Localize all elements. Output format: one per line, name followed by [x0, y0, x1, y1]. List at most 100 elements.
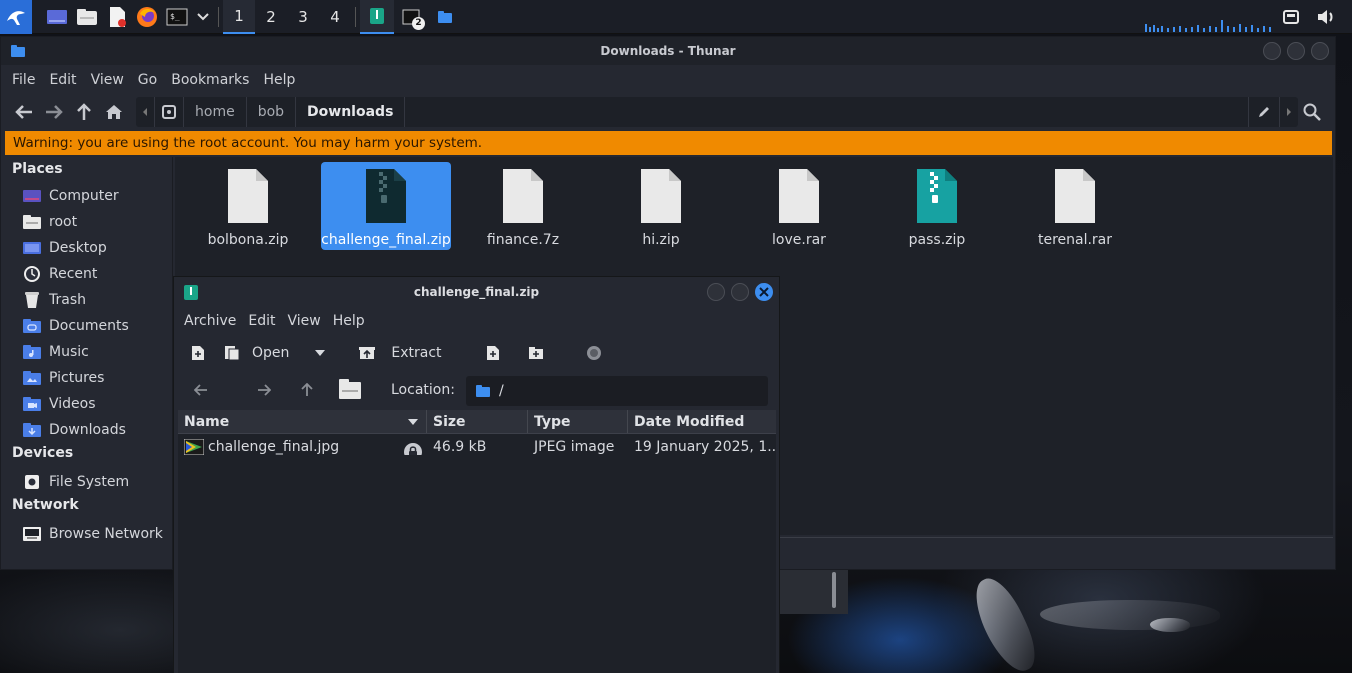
- menu-file[interactable]: File: [5, 72, 42, 88]
- clipboard-tray-icon[interactable]: [1278, 0, 1304, 34]
- sidebar-item-music[interactable]: Music: [1, 339, 172, 365]
- zip-archive-icon: [366, 169, 406, 223]
- up-button[interactable]: [69, 97, 99, 127]
- zip-archive-icon: [917, 169, 957, 223]
- stop-button[interactable]: [586, 345, 602, 361]
- file-name: pass.zip: [908, 232, 966, 248]
- minimize-button[interactable]: [1263, 42, 1281, 60]
- file-name: hi.zip: [642, 232, 680, 248]
- path-home[interactable]: home: [184, 97, 247, 127]
- search-button[interactable]: [1297, 97, 1327, 127]
- path-root[interactable]: [155, 97, 184, 127]
- forward-button[interactable]: [39, 97, 69, 127]
- taskbar-archive-manager[interactable]: [360, 0, 394, 34]
- menu-bookmarks[interactable]: Bookmarks: [164, 72, 256, 88]
- panel-separator: [218, 6, 219, 27]
- path-bob[interactable]: bob: [247, 97, 297, 127]
- folder-icon: [476, 385, 490, 397]
- maximize-button[interactable]: [1287, 42, 1305, 60]
- maximize-button[interactable]: [731, 283, 749, 301]
- archive-forward-button[interactable]: [257, 384, 272, 400]
- sidebar-item-computer[interactable]: Computer: [1, 183, 172, 209]
- open-button[interactable]: Open: [252, 345, 289, 361]
- path-scroll-right[interactable]: [1280, 97, 1298, 127]
- sidebar-item-videos[interactable]: Videos: [1, 391, 172, 417]
- file-manager-launcher-icon[interactable]: [72, 0, 102, 34]
- file-item-finance[interactable]: finance.7z: [458, 162, 588, 250]
- sidebar-item-documents[interactable]: Documents: [1, 313, 172, 339]
- menu-edit[interactable]: Edit: [242, 313, 281, 329]
- archive-home-button[interactable]: [338, 378, 362, 404]
- chevron-down-icon[interactable]: [192, 0, 214, 34]
- arrow-left-icon: [193, 384, 207, 396]
- back-button[interactable]: [9, 97, 39, 127]
- open-dropdown-button[interactable]: [315, 350, 326, 356]
- column-name[interactable]: Name: [178, 410, 427, 433]
- file-item-hi[interactable]: hi.zip: [596, 162, 726, 250]
- minimize-button[interactable]: [707, 283, 725, 301]
- workspace-3[interactable]: 3: [287, 0, 319, 34]
- kali-menu-button[interactable]: [0, 0, 32, 34]
- arrow-right-icon: [46, 105, 63, 119]
- menu-view[interactable]: View: [282, 313, 327, 329]
- sidebar-item-file-system[interactable]: File System: [1, 469, 172, 495]
- show-desktop-icon[interactable]: [42, 0, 72, 34]
- sidebar-item-desktop[interactable]: Desktop: [1, 235, 172, 261]
- sidebar-item-root[interactable]: root: [1, 209, 172, 235]
- sidebar-item-browse-network[interactable]: Browse Network: [1, 521, 172, 547]
- column-size[interactable]: Size: [427, 410, 528, 433]
- text-editor-launcher-icon[interactable]: [102, 0, 132, 34]
- archive-up-button[interactable]: [301, 382, 313, 401]
- open-archive-icon-button[interactable]: [220, 345, 244, 361]
- location-field[interactable]: /: [466, 376, 768, 406]
- document-icon: [1055, 169, 1095, 223]
- edit-location-button[interactable]: [1248, 97, 1280, 127]
- sidebar-item-trash[interactable]: Trash: [1, 287, 172, 313]
- add-files-button[interactable]: [486, 345, 500, 361]
- add-folder-button[interactable]: [528, 346, 544, 360]
- table-row[interactable]: challenge_final.jpg 46.9 kB JPEG image 1…: [178, 434, 776, 460]
- firefox-launcher-icon[interactable]: [132, 0, 162, 34]
- thunar-titlebar[interactable]: Downloads - Thunar: [1, 37, 1335, 65]
- workspace-4[interactable]: 4: [319, 0, 351, 34]
- workspace-2[interactable]: 2: [255, 0, 287, 34]
- menu-view[interactable]: View: [84, 72, 131, 88]
- menu-archive[interactable]: Archive: [178, 313, 242, 329]
- path-downloads[interactable]: Downloads: [296, 97, 406, 127]
- volume-icon[interactable]: [1313, 0, 1339, 34]
- new-archive-button[interactable]: [186, 345, 210, 361]
- taskbar-thunar[interactable]: [428, 0, 462, 34]
- sidebar-item-pictures[interactable]: Pictures: [1, 365, 172, 391]
- background-scrollbar[interactable]: [832, 572, 836, 608]
- sidebar-item-downloads[interactable]: Downloads: [1, 417, 172, 443]
- pencil-icon: [1259, 107, 1269, 117]
- menu-help[interactable]: Help: [327, 313, 371, 329]
- sidebar-item-recent[interactable]: Recent: [1, 261, 172, 287]
- workspace-1[interactable]: 1: [223, 0, 255, 34]
- menu-help[interactable]: Help: [256, 72, 302, 88]
- close-button[interactable]: [1311, 42, 1329, 60]
- file-item-bolbona[interactable]: bolbona.zip: [183, 162, 313, 250]
- menu-edit[interactable]: Edit: [42, 72, 83, 88]
- archive-titlebar[interactable]: challenge_final.zip: [174, 277, 779, 307]
- path-scroll-left[interactable]: [136, 97, 155, 127]
- column-date-modified[interactable]: Date Modified: [628, 410, 776, 433]
- terminal-launcher-icon[interactable]: $_: [162, 0, 192, 34]
- close-button[interactable]: [755, 283, 773, 301]
- desktop-icon: [21, 239, 43, 257]
- menu-go[interactable]: Go: [131, 72, 164, 88]
- taskbar-terminal[interactable]: 2: [394, 0, 428, 34]
- column-type[interactable]: Type: [528, 410, 628, 433]
- extract-icon-button[interactable]: [359, 346, 376, 360]
- file-item-challenge-final[interactable]: challenge_final.zip: [321, 162, 451, 250]
- home-button[interactable]: [99, 97, 129, 127]
- extract-button[interactable]: Extract: [391, 345, 441, 361]
- file-item-pass[interactable]: pass.zip: [872, 162, 1002, 250]
- top-panel: $_ 1 2 3 4 2: [0, 0, 1352, 34]
- archive-back-button[interactable]: [193, 384, 208, 400]
- file-item-love[interactable]: love.rar: [734, 162, 864, 250]
- file-item-terenal[interactable]: terenal.rar: [1010, 162, 1140, 250]
- arrow-right-icon: [258, 384, 272, 396]
- file-name: finance.7z: [486, 232, 560, 248]
- breadcrumb: home bob Downloads: [136, 97, 1298, 127]
